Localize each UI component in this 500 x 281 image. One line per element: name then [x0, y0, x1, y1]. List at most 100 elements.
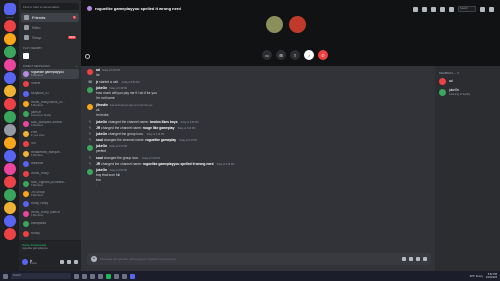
app-icon[interactable]: [98, 273, 103, 279]
message: jukeOn Today at 5:36 PM how much will you…: [87, 86, 429, 95]
avatar[interactable]: [87, 145, 93, 151]
dm-item[interactable]: Whos_Ricky, jukeOn 3 Members: [21, 209, 79, 219]
dm-item[interactable]: jukeOn Listening to Spotify: [21, 109, 79, 119]
dm-item[interactable]: Whos_Ricky: [21, 169, 79, 179]
server-icon[interactable]: [3, 20, 16, 32]
avatar[interactable]: [22, 259, 28, 265]
author[interactable]: jukeOn: [96, 168, 107, 172]
mic-icon[interactable]: [60, 260, 64, 264]
dm-item[interactable]: Rocky: [21, 229, 79, 239]
emoji-icon[interactable]: [423, 257, 427, 261]
member-item[interactable]: jukeOn Listening to Spotify: [439, 88, 496, 96]
nav-friends[interactable]: Friends 5: [21, 13, 79, 22]
avatar[interactable]: [266, 16, 283, 33]
disconnect-icon[interactable]: ✆: [318, 50, 328, 60]
server-icon[interactable]: [3, 137, 16, 149]
add-dm-icon[interactable]: +: [75, 64, 77, 68]
server-icon[interactable]: [3, 98, 16, 110]
dm-item[interactable]: Realdennis_Marque... 5 Members: [21, 149, 79, 159]
mic-icon[interactable]: ♪: [304, 50, 314, 60]
windows-start-icon[interactable]: [3, 273, 8, 279]
help-icon[interactable]: [489, 6, 494, 12]
dm-item[interactable]: bonkyfaiks: [21, 219, 79, 229]
server-icon[interactable]: [3, 46, 16, 58]
dm-item[interactable]: roguelike gameplayyou 5 Members: [21, 69, 79, 79]
screenshare-icon[interactable]: ⇪: [290, 50, 300, 60]
server-icon[interactable]: [3, 72, 16, 84]
actor[interactable]: jr: [96, 80, 98, 84]
server-icon[interactable]: [3, 85, 16, 97]
server-icon[interactable]: [3, 189, 16, 201]
server-icon[interactable]: [3, 202, 16, 214]
gift-icon[interactable]: [402, 257, 406, 261]
dm-item[interactable]: J's Group 5 Members: [21, 189, 79, 199]
gif-icon[interactable]: [409, 257, 413, 261]
taskbar-search[interactable]: Search: [11, 273, 71, 279]
headphones-icon[interactable]: [67, 260, 71, 264]
discord-icon[interactable]: [130, 273, 135, 279]
dm-item[interactable]: Plex In your voice: [21, 129, 79, 139]
actor[interactable]: soul: [96, 156, 103, 160]
avatar[interactable]: [87, 104, 93, 110]
inbox-icon[interactable]: [480, 6, 485, 12]
play-nearby-item[interactable]: [21, 51, 79, 61]
author[interactable]: jukeOn: [96, 144, 107, 148]
actor[interactable]: JR: [96, 126, 100, 130]
author[interactable]: jukeOn: [96, 86, 107, 90]
avatar[interactable]: [289, 16, 306, 33]
sticker-icon[interactable]: [416, 257, 420, 261]
search-input[interactable]: Search: [458, 6, 476, 12]
server-icon[interactable]: [3, 215, 16, 227]
server-icon[interactable]: [3, 59, 16, 71]
dm-item[interactable]: rizzjakob_01: [21, 89, 79, 99]
message-input[interactable]: + Message @roguelike gameplayyou spelled…: [87, 253, 431, 265]
dm-item[interactable]: Ricky, Ricky: [21, 199, 79, 209]
actor[interactable]: JR: [96, 162, 100, 166]
dm-item[interactable]: Whos_Ricky,Whos_Ri... 5 Members: [21, 99, 79, 109]
discord-home-icon[interactable]: [3, 3, 16, 15]
expand-icon[interactable]: [85, 54, 90, 59]
channel-name[interactable]: roguelike gameplayyou spelled it wrong n…: [95, 6, 181, 11]
spotify-icon[interactable]: [106, 273, 111, 279]
server-icon[interactable]: [3, 111, 16, 123]
server-icon[interactable]: [3, 163, 16, 175]
nav-nitro[interactable]: Nitro: [21, 23, 79, 32]
activity-icon[interactable]: ⊞: [276, 50, 286, 60]
actor[interactable]: soul: [96, 138, 103, 142]
add-member-icon[interactable]: [440, 6, 445, 12]
app-icon[interactable]: [114, 273, 119, 279]
gear-icon[interactable]: [74, 260, 78, 264]
server-icon[interactable]: [3, 228, 16, 240]
server-icon[interactable]: [3, 124, 16, 136]
server-icon[interactable]: [3, 150, 16, 162]
video-icon[interactable]: [422, 6, 427, 12]
app-icon[interactable]: [90, 273, 95, 279]
dm-item[interactable]: Sheriff: [21, 79, 79, 89]
avatar[interactable]: [87, 87, 93, 93]
dm-item[interactable]: ahiarone: [21, 159, 79, 169]
pin-icon[interactable]: [431, 6, 436, 12]
nav-shop[interactable]: Shop NEW: [21, 33, 79, 42]
dm-item[interactable]: soul_Sigma1Q8,Realdi... 3 Members: [21, 179, 79, 189]
dm-item[interactable]: soul_Marquez,Jukeon 3 Members: [21, 119, 79, 129]
actor[interactable]: jukeOn: [96, 132, 107, 136]
app-icon[interactable]: [82, 273, 87, 279]
find-conversation-input[interactable]: Find or start a conversation: [21, 3, 79, 10]
dm-item[interactable]: Siri: [21, 139, 79, 149]
system-message: ✎ JR changed the channel name: roguelike…: [87, 162, 429, 166]
plus-icon[interactable]: +: [91, 256, 97, 262]
author[interactable]: jlfrostie: [96, 103, 108, 107]
member-item[interactable]: ad: [439, 78, 496, 85]
server-icon[interactable]: [3, 33, 16, 45]
app-icon[interactable]: [122, 273, 127, 279]
avatar[interactable]: [87, 69, 93, 75]
call-icon[interactable]: [413, 6, 418, 12]
members-icon[interactable]: [449, 6, 454, 12]
avatar[interactable]: [87, 169, 93, 175]
app-icon[interactable]: [74, 273, 79, 279]
server-icon[interactable]: [3, 176, 16, 188]
actor[interactable]: jukeOn: [96, 120, 107, 124]
avatar: [23, 221, 29, 227]
author[interactable]: ad: [96, 68, 100, 72]
video-icon[interactable]: ▭: [262, 50, 272, 60]
